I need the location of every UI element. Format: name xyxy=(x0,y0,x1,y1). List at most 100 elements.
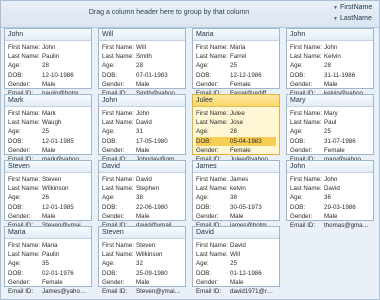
first-name-label: First Name: xyxy=(196,242,228,249)
last-name-value: Kelvin xyxy=(324,53,341,61)
record-card[interactable]: David First Name: David Last Name: Stephen… xyxy=(98,160,186,229)
last-name-label: Last Name: xyxy=(196,119,228,127)
age-label: Age: xyxy=(8,260,21,268)
gender-label: Gender: xyxy=(196,146,219,154)
age-label: Age: xyxy=(102,128,115,136)
card-title: Julee xyxy=(193,95,279,107)
last-name-label: Last Name: xyxy=(102,185,134,193)
gender-value: Female xyxy=(230,146,251,154)
gender-value: Male xyxy=(42,212,56,220)
group-by-panel[interactable]: Drag a column header here to group by th… xyxy=(1,1,379,28)
first-name-value: Maria xyxy=(230,44,246,51)
first-name-value: David xyxy=(230,242,246,249)
record-card-selected[interactable]: Julee First Name: Julee Last Name: Jose Ag… xyxy=(192,94,280,163)
last-name-value: Paul xyxy=(324,119,337,127)
gender-value: Male xyxy=(136,212,150,220)
record-card[interactable]: Will First Name: Will Last Name: Smith Age… xyxy=(98,28,186,97)
gender-value: Male xyxy=(42,80,56,88)
dob-value: 02-01-1976 xyxy=(42,269,74,277)
age-label: Age: xyxy=(196,62,209,70)
gender-label: Gender: xyxy=(102,212,125,220)
first-name-label: First Name: xyxy=(8,44,40,51)
record-card[interactable]: Mark First Name: Mark Last Name: Waugh Age… xyxy=(4,94,92,163)
last-name-value: Will xyxy=(230,251,240,259)
last-name-value: Waugh xyxy=(42,119,62,127)
record-card[interactable]: Steven First Name: Steven Last Name: Wilki… xyxy=(4,160,92,229)
first-name-value: Mark xyxy=(42,110,56,117)
age-label: Age: xyxy=(102,260,115,268)
first-name-value: John xyxy=(136,110,150,117)
gender-value: Male xyxy=(136,278,150,286)
card-title: David xyxy=(99,161,185,173)
record-card[interactable]: Mary First Name: Mary Last Name: Paul Age:… xyxy=(286,94,374,163)
dob-label: DOB: xyxy=(8,137,24,145)
last-name-label: Last Name: xyxy=(102,53,134,61)
last-name-label: Last Name: xyxy=(196,53,228,61)
age-value: 25 xyxy=(324,128,331,136)
card-title: John xyxy=(99,95,185,107)
first-name-label: First Name: xyxy=(102,44,134,51)
selected-field-row[interactable]: DOB: 05-04-1983 xyxy=(196,136,276,146)
first-name-value: David xyxy=(136,176,152,183)
record-card[interactable]: John First Name: John Last Name: David Age… xyxy=(98,94,186,163)
dob-value: 07-01-1983 xyxy=(136,71,168,79)
age-label: Age: xyxy=(8,194,21,202)
first-name-value: Steven xyxy=(42,176,62,183)
dob-label: DOB: xyxy=(8,269,24,277)
email-value: Steven@ymail.com xyxy=(136,287,182,295)
record-card[interactable]: Steven First Name: Steven Last Name: Wilki… xyxy=(98,226,186,295)
card-title: Mary xyxy=(287,95,373,107)
age-value: 32 xyxy=(136,260,143,268)
first-name-label: First Name: xyxy=(196,176,228,183)
card-title: Will xyxy=(99,29,185,41)
card-title: David xyxy=(193,227,279,239)
age-value: 25 xyxy=(230,260,237,268)
email-label: Email ID: xyxy=(102,287,128,295)
dob-value: 25-09-1980 xyxy=(136,269,168,277)
record-card[interactable]: James First Name: James Last Name: kelvin … xyxy=(192,160,280,229)
gender-label: Gender: xyxy=(290,146,313,154)
last-name-value: kelvin xyxy=(230,185,246,193)
record-card[interactable]: John First Name: John Last Name: Kelvin Ag… xyxy=(286,28,374,97)
email-label: Email ID: xyxy=(196,287,222,295)
record-card[interactable]: David First Name: David Last Name: Will Ag… xyxy=(192,226,280,295)
record-card[interactable]: John First Name: John Last Name: Paulin Ag… xyxy=(4,28,92,97)
first-name-label: First Name: xyxy=(102,176,134,183)
last-name-label: Last Name: xyxy=(8,53,40,61)
age-label: Age: xyxy=(196,128,209,136)
age-label: Age: xyxy=(290,128,303,136)
age-label: Age: xyxy=(290,194,303,202)
gender-label: Gender: xyxy=(196,278,219,286)
first-name-value: Mary xyxy=(324,110,338,117)
email-label: Email ID: xyxy=(290,221,316,229)
last-name-value: Paulin xyxy=(42,251,60,259)
last-name-value: Smith xyxy=(136,53,152,61)
dob-value: 01-12-1986 xyxy=(230,269,262,277)
first-name-label: First Name: xyxy=(290,110,322,117)
dob-label: DOB: xyxy=(8,203,24,211)
age-value: 28 xyxy=(42,62,49,70)
gender-value: Female xyxy=(42,278,63,286)
last-name-label: Last Name: xyxy=(196,185,228,193)
first-name-label: First Name: xyxy=(196,110,228,117)
dob-value: 30-05-1973 xyxy=(230,203,262,211)
record-card[interactable]: Maria First Name: Maria Last Name: Paulin … xyxy=(4,226,92,295)
age-value: 35 xyxy=(42,260,49,268)
age-value: 28 xyxy=(136,62,143,70)
age-label: Age: xyxy=(290,62,303,70)
last-name-value: Farrel xyxy=(230,53,247,61)
record-card[interactable]: John First Name: John Last Name: David Age… xyxy=(286,160,374,229)
record-card[interactable]: Maria First Name: Maria Last Name: Farrel … xyxy=(192,28,280,97)
gender-value: Male xyxy=(324,212,338,220)
field-firstname[interactable]: ▼ FirstName xyxy=(333,2,377,13)
first-name-value: Steven xyxy=(136,242,156,249)
first-name-label: First Name: xyxy=(290,176,322,183)
gender-label: Gender: xyxy=(196,80,219,88)
gender-value: Male xyxy=(136,80,150,88)
dob-value: 17-05-1980 xyxy=(136,137,168,145)
card-title: James xyxy=(193,161,279,173)
card-title: Steven xyxy=(99,227,185,239)
first-name-value: James xyxy=(230,176,249,183)
gender-label: Gender: xyxy=(8,278,31,286)
field-lastname[interactable]: ▼ LastName xyxy=(333,13,377,24)
